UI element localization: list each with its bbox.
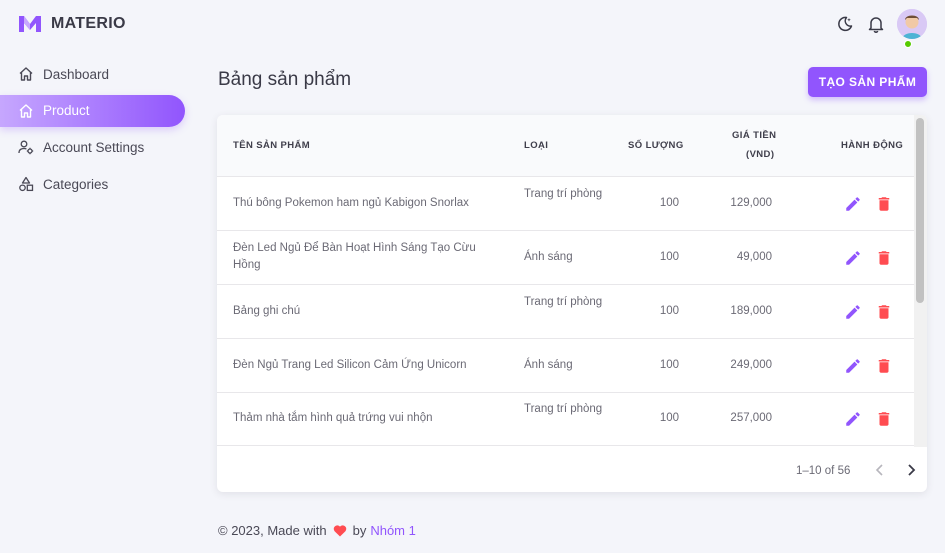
bell-icon[interactable]: [866, 14, 886, 34]
product-type: Trang trí phòng: [524, 403, 603, 415]
sidebar: MATERIO Dashboard Product Account Settin…: [0, 0, 200, 553]
sidebar-item-categories[interactable]: Categories: [0, 168, 185, 200]
column-header-price-unit: (VND): [746, 149, 775, 160]
sidebar-item-label: Dashboard: [43, 66, 110, 82]
product-name: Bảng ghi chú: [233, 305, 301, 317]
product-price: 249,000: [730, 359, 772, 371]
online-status-badge: [904, 40, 912, 48]
pagination-range: 1–10 of 56: [796, 465, 851, 477]
delete-icon[interactable]: [875, 249, 893, 267]
topbar-actions: [824, 9, 927, 48]
product-name: Thú bông Pokemon ham ngủ Kabigon Snorlax: [233, 197, 469, 209]
table-row: Đèn Led Ngủ Để Bàn Hoạt Hình Sáng Tạo Cừ…: [217, 231, 914, 285]
column-header-qty: SỐ LƯỢNG: [628, 140, 684, 151]
column-header-actions: HÀNH ĐỘNG: [841, 140, 904, 151]
product-qty: 100: [659, 412, 679, 424]
delete-icon[interactable]: [875, 410, 893, 428]
product-price: 49,000: [736, 251, 772, 263]
edit-icon[interactable]: [844, 303, 862, 321]
home-icon: [18, 103, 34, 119]
table-scrollbar-thumb[interactable]: [916, 118, 924, 303]
create-product-button[interactable]: TẠO SẢN PHẨM: [808, 67, 927, 97]
table-row: Thảm nhà tắm hình quả trứng vui nhộn Tra…: [217, 392, 914, 446]
column-header-type: LOẠI: [524, 140, 549, 151]
table-row: Đèn Ngủ Trang Led Silicon Cảm Ứng Unicor…: [217, 339, 914, 393]
table-row: Bảng ghi chú Trang trí phòng 100 189,000: [217, 285, 914, 339]
page-title: Bảng sản phẩm: [218, 69, 352, 90]
sidebar-item-dashboard[interactable]: Dashboard: [0, 58, 185, 90]
sidebar-item-label: Account Settings: [43, 139, 145, 155]
edit-icon[interactable]: [844, 195, 862, 213]
brand[interactable]: MATERIO: [18, 12, 126, 36]
edit-icon[interactable]: [844, 249, 862, 267]
avatar-image: [897, 9, 927, 39]
heart-icon: [333, 524, 347, 537]
avatar[interactable]: [897, 9, 927, 39]
account-cog-icon: [18, 139, 34, 155]
sidebar-item-label: Product: [43, 103, 90, 119]
product-qty: 100: [659, 251, 679, 263]
sidebar-item-label: Categories: [43, 176, 109, 192]
table-header: TÊN SẢN PHẨM LOẠI SỐ LƯỢNG GIÁ TIỀN (VND…: [217, 115, 914, 177]
product-name: Đèn Ngủ Trang Led Silicon Cảm Ứng Unicor…: [233, 359, 467, 371]
product-table-card: TÊN SẢN PHẨM LOẠI SỐ LƯỢNG GIÁ TIỀN (VND…: [217, 115, 927, 492]
product-type: Trang trí phòng: [524, 188, 603, 200]
footer: © 2023, Made with by Nhóm 1: [218, 523, 416, 538]
delete-icon[interactable]: [875, 195, 893, 213]
sidebar-item-product[interactable]: Product: [0, 94, 185, 127]
product-qty: 100: [659, 197, 679, 209]
product-name: Thảm nhà tắm hình quả trứng vui nhộn: [233, 412, 433, 424]
product-qty: 100: [659, 359, 679, 371]
chevron-left-icon[interactable]: [872, 462, 888, 478]
sidebar-nav: Dashboard Product Account Settings Categ…: [0, 58, 185, 205]
product-price: 129,000: [730, 197, 772, 209]
table-row: Thú bông Pokemon ham ngủ Kabigon Snorlax…: [217, 177, 914, 231]
moon-icon[interactable]: [835, 14, 855, 34]
column-header-price: GIÁ TIỀN: [732, 130, 777, 141]
product-type: Ánh sáng: [524, 251, 573, 263]
brand-name: MATERIO: [51, 15, 126, 32]
product-name: Đèn Led Ngủ Để Bàn Hoạt Hình Sáng Tạo Cừ…: [233, 242, 476, 271]
footer-text: © 2023, Made with: [218, 523, 327, 538]
product-type: Ánh sáng: [524, 359, 573, 371]
pagination: 1–10 of 56: [217, 447, 927, 492]
product-qty: 100: [659, 305, 679, 317]
product-price: 257,000: [730, 412, 772, 424]
delete-icon[interactable]: [875, 357, 893, 375]
edit-icon[interactable]: [844, 410, 862, 428]
sidebar-item-account-settings[interactable]: Account Settings: [0, 131, 185, 163]
footer-team-link[interactable]: Nhóm 1: [370, 523, 416, 538]
materio-logo-icon: [19, 16, 41, 32]
home-icon: [18, 66, 34, 82]
edit-icon[interactable]: [844, 357, 862, 375]
product-type: Trang trí phòng: [524, 296, 603, 308]
product-price: 189,000: [730, 305, 772, 317]
shapes-icon: [18, 176, 34, 192]
chevron-right-icon[interactable]: [903, 462, 919, 478]
delete-icon[interactable]: [875, 303, 893, 321]
footer-by: by: [352, 523, 367, 538]
column-header-name: TÊN SẢN PHẨM: [233, 140, 311, 151]
